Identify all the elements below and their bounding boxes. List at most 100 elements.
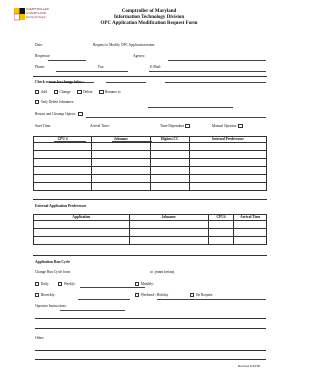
table-row	[32, 141, 267, 151]
weekend-holiday-checkbox[interactable]	[135, 293, 140, 298]
table-cell[interactable]	[149, 165, 191, 175]
table-cell[interactable]	[91, 173, 151, 183]
add-checkbox[interactable]	[35, 90, 40, 95]
monthly-checkbox[interactable]	[135, 282, 140, 287]
change-label: Change	[59, 90, 71, 94]
requestor-label: Requestor:	[35, 54, 51, 58]
only-delete-jobnames-checkbox[interactable]	[35, 100, 40, 105]
table-cell[interactable]	[128, 235, 209, 245]
add-label: Add	[40, 90, 47, 94]
rename-label: Rename to	[105, 90, 121, 94]
table-cell[interactable]	[149, 141, 191, 151]
table-cell[interactable]	[233, 227, 267, 237]
biweekly-label: Biweekly:	[40, 293, 56, 297]
table-cell[interactable]	[189, 157, 267, 167]
table-cell[interactable]	[33, 219, 130, 229]
table-cell[interactable]	[189, 165, 267, 175]
table-cell[interactable]	[32, 157, 93, 167]
date-field-label: Date:	[35, 43, 43, 47]
weekly-checkbox[interactable]	[58, 282, 63, 287]
table-cell[interactable]	[149, 157, 191, 167]
to-hint: (mark below)	[154, 270, 175, 274]
table-cell[interactable]	[33, 227, 130, 237]
table-row	[33, 227, 267, 237]
delete-label: Delete	[83, 90, 93, 94]
form-title-1: Comptroller of Maryland	[121, 9, 177, 14]
biweekly-field[interactable]	[60, 307, 125, 311]
table-cell[interactable]	[149, 173, 191, 183]
table-cell[interactable]	[91, 181, 151, 191]
start-time-label: Start Time:	[35, 124, 52, 128]
table-cell[interactable]	[91, 141, 151, 151]
table-cell[interactable]	[189, 181, 267, 191]
monthly-label: Monthly:	[140, 282, 155, 286]
on-request-checkbox[interactable]	[190, 293, 195, 298]
table-cell[interactable]	[149, 149, 191, 159]
change-checkbox[interactable]	[53, 90, 58, 95]
table-cell[interactable]	[128, 227, 209, 237]
operator-instructions-line-2[interactable]	[35, 328, 266, 329]
other-line-1[interactable]	[35, 350, 266, 351]
fax-field[interactable]	[106, 79, 146, 83]
daily-label: Daily	[40, 282, 49, 286]
reason-heading: Check reason for change below:	[35, 80, 84, 84]
email-field[interactable]	[165, 79, 266, 83]
table-cell[interactable]	[32, 173, 93, 183]
form-title-2: Information Technology Division	[113, 15, 185, 20]
delete-checkbox[interactable]	[77, 90, 82, 95]
jobname-table: CPU # Jobname Highest CC Internal Predec…	[32, 136, 267, 191]
table-cell[interactable]	[149, 181, 191, 191]
table-cell[interactable]	[189, 149, 267, 159]
weekly-label: Weekly:	[63, 282, 76, 286]
app-name-label: Request to Modify OPC Application name:	[93, 43, 156, 47]
restart-option-box[interactable]	[77, 112, 83, 117]
table-cell[interactable]	[207, 227, 235, 237]
table-row	[33, 219, 267, 229]
table-cell[interactable]	[189, 173, 267, 183]
manual-operator-box[interactable]	[238, 124, 244, 129]
table-cell[interactable]	[32, 149, 93, 159]
table-cell[interactable]	[233, 219, 267, 229]
table-cell[interactable]	[32, 141, 93, 151]
table-cell[interactable]	[32, 181, 93, 191]
manual-operator-label: Manual Operator	[212, 124, 237, 128]
rename-checkbox[interactable]	[99, 90, 104, 95]
table-cell[interactable]	[128, 219, 209, 229]
table-cell[interactable]	[233, 235, 267, 245]
daily-checkbox[interactable]	[35, 282, 40, 287]
on-request-label: On Request	[195, 293, 213, 297]
table-cell[interactable]	[91, 157, 151, 167]
table-cell[interactable]	[33, 235, 130, 245]
external-heading: External Application Predecessor	[35, 204, 87, 208]
weekend-holiday-label: Weekend / Holiday	[140, 293, 169, 297]
restart-label: Restart and Cleanup Option:	[35, 112, 77, 116]
only-delete-jobnames-field[interactable]	[86, 114, 266, 118]
time-dependent-box[interactable]	[185, 124, 191, 129]
to-label: to:	[150, 270, 154, 274]
phone-label: Phone:	[35, 65, 45, 69]
fax-label: Fax:	[98, 65, 105, 69]
revised-date: Revised 6/29/06	[238, 364, 261, 368]
arrival-time-label: Arrival Time:	[90, 124, 110, 128]
biweekly-checkbox[interactable]	[35, 293, 40, 298]
email-label: E-Mail:	[150, 65, 162, 69]
table-cell[interactable]	[207, 235, 235, 245]
only-delete-jobnames-label: Only Delete Jobnames:	[40, 100, 75, 104]
operator-instructions-label: Operator Instructions:	[35, 304, 67, 308]
table-row	[32, 157, 267, 167]
time-dependent-label: Time Dependent	[160, 124, 184, 128]
form-title-3: OPC Application Modification Request For…	[100, 21, 198, 26]
other-line-2[interactable]	[35, 359, 266, 360]
table-cell[interactable]	[207, 219, 235, 229]
table-row	[33, 235, 267, 245]
table-row	[32, 149, 267, 159]
table-cell[interactable]	[32, 165, 93, 175]
divider	[33, 255, 267, 256]
divider	[33, 76, 267, 77]
table-row	[32, 165, 267, 175]
table-cell[interactable]	[91, 149, 151, 159]
operator-instructions-line-1[interactable]	[35, 318, 266, 319]
table-cell[interactable]	[91, 165, 151, 175]
run-cycle-heading: Application Run Cycle	[35, 260, 70, 264]
table-cell[interactable]	[189, 141, 267, 151]
